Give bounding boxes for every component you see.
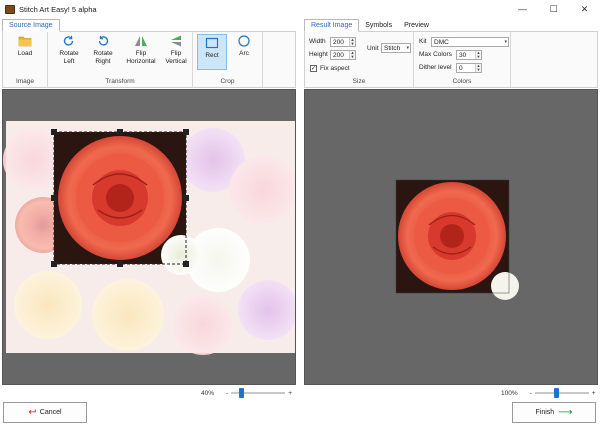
dither-down-icon: ▼ <box>476 67 481 72</box>
source-panel: Source Image Load Image Rotate Left Rota… <box>0 18 298 431</box>
unit-dropdown-icon: ▾ <box>406 45 409 51</box>
load-label: Load <box>17 50 33 57</box>
height-down-icon: ▼ <box>350 54 355 59</box>
flip-vertical-icon <box>171 35 181 47</box>
dither-level-label: Dither level <box>419 64 452 71</box>
transform-group-label: Transform <box>105 78 135 85</box>
result-zoom: 100% - + <box>501 387 596 399</box>
max-colors-field[interactable]: 30 ▲ ▼ <box>456 50 482 60</box>
source-zoom-plus[interactable]: + <box>288 390 292 397</box>
arc-label: Arc <box>239 50 249 57</box>
kit-select[interactable]: DMC ▾ <box>431 37 509 47</box>
rectangle-icon <box>205 37 219 49</box>
size-group-label: Size <box>352 78 366 85</box>
close-button[interactable]: ✕ <box>569 0 600 18</box>
cancel-label: Cancel <box>39 409 62 416</box>
finish-button[interactable]: Finish ⟶ <box>512 402 596 423</box>
max-colors-value: 30 <box>459 51 467 59</box>
source-zoom-value: 40% <box>201 389 215 397</box>
flip-horizontal-label: Flip Horizontal <box>126 50 156 65</box>
checkmark-icon: ✓ <box>311 66 317 72</box>
minimize-button[interactable]: — <box>507 0 538 18</box>
crop-group-label: Crop <box>220 78 235 85</box>
kit-label: Kit <box>419 38 427 45</box>
height-value: 200 <box>333 51 344 59</box>
title-bar: Stitch Art Easy! 5 alpha — ☐ ✕ <box>0 0 600 18</box>
height-field[interactable]: 200 ▲ ▼ <box>330 50 356 60</box>
width-field[interactable]: 200 ▲ ▼ <box>330 37 356 47</box>
load-button[interactable]: Load <box>10 35 40 58</box>
rotate-right-label: Rotate Right <box>93 50 113 65</box>
dither-level-spinner[interactable]: ▲ ▼ <box>475 64 481 72</box>
unit-value: Stitch <box>384 44 401 52</box>
fix-aspect-checkbox[interactable]: ✓ <box>310 65 317 72</box>
result-zoom-slider[interactable] <box>534 388 589 398</box>
flip-vertical-label: Flip Vertical <box>165 50 187 65</box>
rotate-right-icon <box>98 35 109 46</box>
transform-group: Rotate Left Rotate Right Flip Horizontal <box>48 32 193 87</box>
width-value: 200 <box>333 38 344 46</box>
maximize-button[interactable]: ☐ <box>538 0 569 18</box>
colors-group: Kit DMC ▾ Max Colors 30 ▲ ▼ Dither level … <box>414 32 511 87</box>
finish-label: Finish <box>535 409 555 416</box>
source-zoom: 40% - + <box>201 387 292 399</box>
unit-label: Unit <box>367 45 379 52</box>
flip-horizontal-button[interactable]: Flip Horizontal <box>124 35 158 65</box>
max-colors-label: Max Colors <box>419 51 452 58</box>
height-spinner[interactable]: ▲ ▼ <box>349 51 355 59</box>
dither-level-field[interactable]: 0 ▲ ▼ <box>456 63 482 73</box>
rect-crop-button[interactable]: Rect <box>197 34 227 70</box>
circle-icon <box>238 35 250 47</box>
kit-dropdown-icon: ▾ <box>504 39 507 45</box>
cancel-button[interactable]: ↩ Cancel <box>3 402 87 423</box>
tab-source-image[interactable]: Source Image <box>2 19 60 32</box>
rect-label: Rect <box>205 52 219 59</box>
fix-aspect-label: Fix aspect <box>320 65 350 72</box>
kit-value: DMC <box>434 38 449 46</box>
source-zoom-minus[interactable]: - <box>226 390 228 397</box>
result-ribbon: Width 200 ▲ ▼ Height 200 ▲ ▼ Unit Stitch ▾… <box>304 31 598 88</box>
result-zoom-value: 100% <box>501 389 518 397</box>
flip-horizontal-icon <box>135 36 147 46</box>
rotate-left-button[interactable]: Rotate Left <box>54 35 84 65</box>
app-icon <box>5 4 15 14</box>
dither-level-value: 0 <box>459 64 463 72</box>
max-colors-down-icon: ▼ <box>476 54 481 59</box>
arrow-right-icon: ⟶ <box>558 407 573 418</box>
result-image <box>395 179 519 300</box>
result-zoom-thumb[interactable] <box>553 388 559 398</box>
crop-group: Rect Arc Crop <box>193 32 263 87</box>
image-group-label: Image <box>15 78 35 85</box>
size-group: Width 200 ▲ ▼ Height 200 ▲ ▼ Unit Stitch ▾… <box>305 32 414 87</box>
window-title: Stitch Art Easy! 5 alpha <box>19 4 97 14</box>
arc-crop-button[interactable]: Arc <box>229 35 259 58</box>
folder-icon <box>18 36 32 47</box>
window-controls: — ☐ ✕ <box>507 0 600 18</box>
source-ribbon: Load Image Rotate Left Rotate Right Flip… <box>2 31 296 88</box>
width-down-icon: ▼ <box>350 41 355 46</box>
unit-select[interactable]: Stitch ▾ <box>381 43 411 53</box>
height-label: Height <box>309 51 328 58</box>
source-canvas[interactable] <box>2 89 296 385</box>
source-image <box>3 121 295 355</box>
source-zoom-thumb[interactable] <box>239 388 245 398</box>
result-panel: Result Image Symbols Preview Width 200 ▲… <box>302 18 600 431</box>
tab-result-image[interactable]: Result Image <box>304 19 360 32</box>
rotate-right-button[interactable]: Rotate Right <box>88 35 118 65</box>
result-canvas[interactable] <box>304 89 598 385</box>
source-zoom-slider[interactable] <box>231 388 286 398</box>
source-tabs: Source Image <box>2 19 60 32</box>
colors-group-label: Colors <box>452 78 472 85</box>
undo-arrow-icon: ↩ <box>28 407 37 418</box>
max-colors-spinner[interactable]: ▲ ▼ <box>475 51 481 59</box>
image-group: Load Image <box>3 32 48 87</box>
flip-vertical-button[interactable]: Flip Vertical <box>161 35 191 65</box>
width-spinner[interactable]: ▲ ▼ <box>349 38 355 46</box>
width-label: Width <box>309 38 326 45</box>
rotate-left-label: Rotate Left <box>59 50 79 65</box>
rotate-left-icon <box>63 35 74 46</box>
result-zoom-plus[interactable]: + <box>592 390 596 397</box>
result-zoom-minus[interactable]: - <box>530 390 532 397</box>
